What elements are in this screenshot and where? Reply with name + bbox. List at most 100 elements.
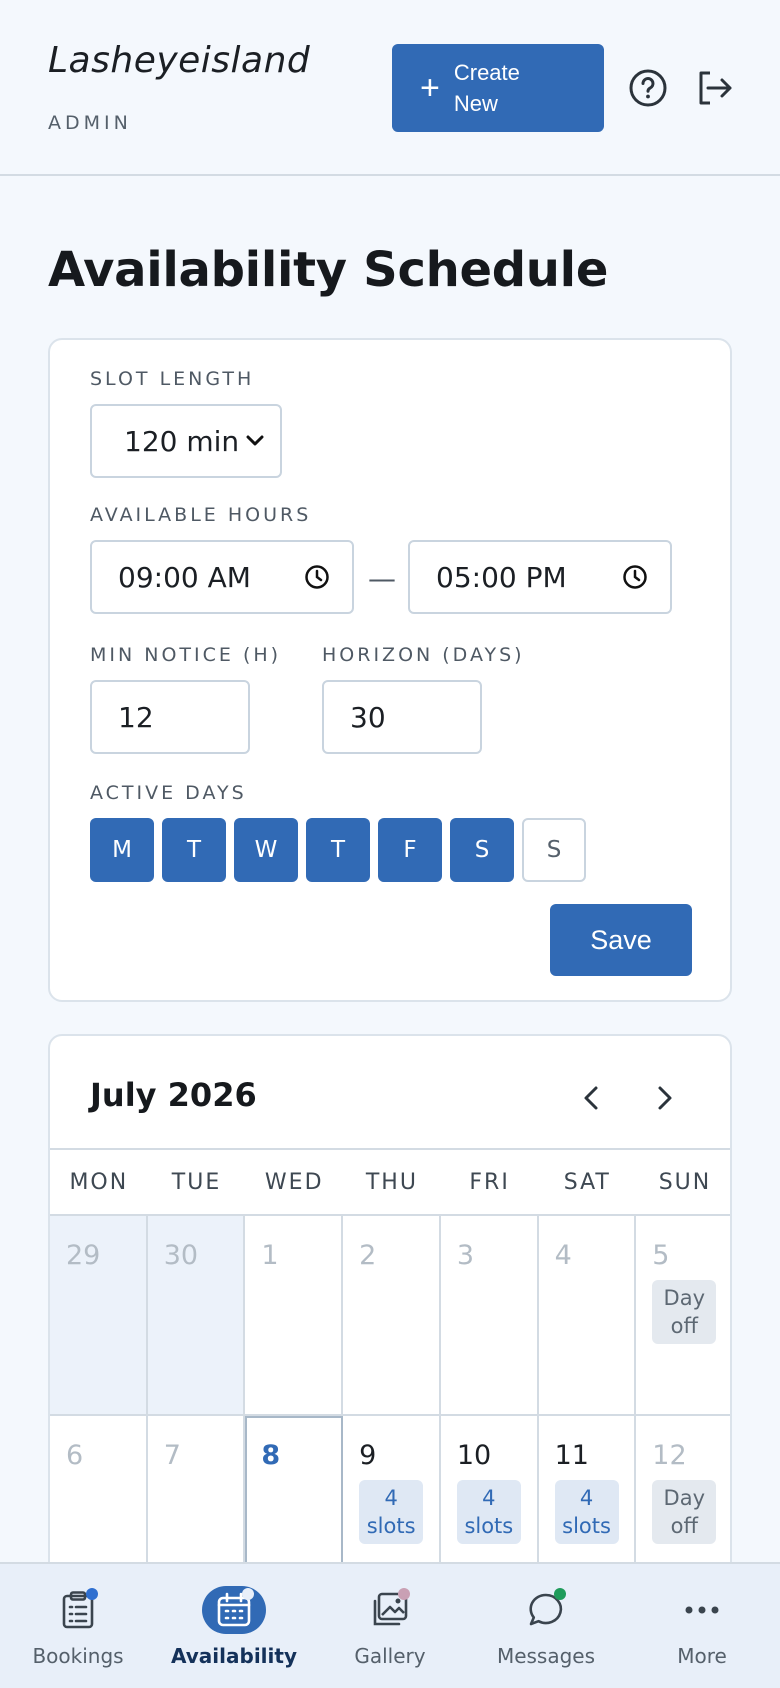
save-button[interactable]: Save (550, 904, 692, 976)
calendar-day-number: 12 (652, 1440, 687, 1471)
slots-badge: 4 slots (554, 1480, 619, 1544)
end-time-input[interactable]: 05:00 PM (408, 540, 672, 614)
start-time-input[interactable]: 09:00 AM (90, 540, 354, 614)
min-notice-value: 12 (118, 700, 154, 734)
badge-line: slots (464, 1514, 514, 1538)
badge-line: slots (562, 1514, 611, 1538)
badge-line: Day (663, 1486, 706, 1510)
badge-line: 4 (579, 1486, 594, 1510)
day-toggle[interactable]: T (306, 818, 370, 882)
calendar-day-number: 29 (66, 1240, 101, 1271)
clipboard-icon (46, 1586, 110, 1634)
calendar-day-number: 8 (261, 1440, 281, 1471)
availability-settings-card: SLOT LENGTH 120 min AVAILABLE HOURS 09:0… (48, 338, 732, 1002)
nav-label: Messages (496, 1644, 596, 1668)
weekday-label: TUE (171, 1169, 222, 1195)
clock-icon (305, 565, 329, 589)
create-new-button[interactable]: + Create New (392, 44, 604, 132)
calendar-day-number: 3 (456, 1240, 475, 1271)
day-toggle[interactable]: T (162, 818, 226, 882)
calendar-day-number: 6 (66, 1440, 84, 1471)
calendar-day-number: 5 (652, 1240, 670, 1271)
min-notice-input[interactable]: 12 (90, 680, 250, 754)
calendar-day-cell[interactable]: 2 (343, 1216, 441, 1416)
nav-item-availability[interactable]: Availability (156, 1564, 312, 1688)
day-toggle[interactable]: W (234, 818, 298, 882)
end-time-value: 05:00 PM (436, 560, 567, 594)
nav-label: Availability (171, 1644, 297, 1668)
calendar-day-cell[interactable]: 4 (538, 1216, 637, 1416)
nav-label: More (677, 1644, 727, 1668)
slots-badge: 4 slots (359, 1480, 424, 1544)
calendar-day-number: 10 (456, 1440, 492, 1471)
nav-item-gallery[interactable]: Gallery (312, 1564, 468, 1688)
logout-icon[interactable] (694, 68, 734, 108)
nav-label: Gallery (354, 1644, 426, 1668)
time-range-separator: — (368, 562, 396, 595)
nav-item-messages[interactable]: Messages (468, 1564, 624, 1688)
weekday-label: SAT (563, 1169, 611, 1195)
active-days-label: ACTIVE DAYS (90, 782, 247, 804)
min-notice-label: MIN NOTICE (H) (90, 644, 282, 666)
available-hours-label: AVAILABLE HOURS (90, 504, 312, 526)
weekday-label: MON (69, 1169, 129, 1195)
calendar-day-number: 1 (261, 1240, 279, 1271)
nav-item-more[interactable]: More (624, 1564, 780, 1688)
calendar-day-cell[interactable]: 3 (440, 1216, 539, 1416)
brand-name: Lasheyeisland (48, 40, 311, 81)
badge-line: slots (366, 1514, 416, 1538)
calendar-grid: 29 30 1 2 3 4 5 Day off 6 7 8 9 4 slots 10 4 slots 11 4 slot… (50, 1214, 730, 1616)
slot-length-value: 120 min (124, 424, 240, 458)
badge-line: 4 (384, 1486, 398, 1510)
badge-line: off (670, 1514, 698, 1538)
calendar-month-title: July 2026 (90, 1076, 257, 1114)
calendar-day-number: 7 (163, 1440, 181, 1471)
chevron-down-icon (246, 435, 264, 446)
chat-icon (514, 1586, 578, 1634)
gallery-icon (358, 1586, 422, 1634)
notification-dot (554, 1588, 566, 1600)
slot-length-select[interactable]: 120 min (90, 404, 282, 478)
horizon-input[interactable]: 30 (322, 680, 482, 754)
day-off-badge: Day off (652, 1280, 717, 1344)
chevron-left-icon[interactable] (572, 1078, 612, 1118)
calendar-day-number: 9 (359, 1440, 377, 1471)
start-time-value: 09:00 AM (118, 560, 251, 594)
day-toggle[interactable]: M (90, 818, 154, 882)
slots-badge: 4 slots (456, 1480, 521, 1544)
horizon-label: HORIZON (DAYS) (322, 644, 525, 666)
calendar-day-cell[interactable]: 30 (147, 1216, 246, 1416)
day-off-badge: Day off (652, 1480, 717, 1544)
app-header: Lasheyeisland ADMIN + Create New (0, 0, 780, 176)
notification-dot (398, 1588, 410, 1600)
nav-label: Bookings (32, 1644, 124, 1668)
plus-icon: + (420, 69, 440, 107)
chevron-right-icon[interactable] (644, 1078, 684, 1118)
bottom-navigation: Bookings Availability Gallery Messages More (0, 1562, 780, 1688)
calendar-day-cell[interactable]: 29 (50, 1216, 148, 1416)
calendar-day-number: 11 (554, 1440, 589, 1471)
horizon-value: 30 (350, 700, 386, 734)
more-icon (670, 1586, 734, 1634)
calendar-day-number: 2 (359, 1240, 377, 1271)
active-days-toggles: MTWTFSS (90, 818, 586, 882)
calendar-day-number: 30 (163, 1240, 199, 1271)
day-toggle[interactable]: F (378, 818, 442, 882)
clock-icon (623, 565, 647, 589)
weekday-label: THU (365, 1169, 418, 1195)
help-icon[interactable] (628, 68, 668, 108)
page-title: Availability Schedule (48, 242, 609, 298)
slot-length-label: SLOT LENGTH (90, 368, 255, 390)
day-toggle[interactable]: S (450, 818, 514, 882)
calendar-icon (202, 1586, 266, 1634)
create-new-label: Create New (453, 60, 520, 116)
weekday-label: SUN (658, 1169, 712, 1195)
badge-line: off (670, 1314, 698, 1338)
badge-line: 4 (482, 1486, 496, 1510)
notification-dot (86, 1588, 98, 1600)
day-toggle[interactable]: S (522, 818, 586, 882)
nav-item-bookings[interactable]: Bookings (0, 1564, 156, 1688)
calendar-day-number: 4 (554, 1240, 572, 1271)
calendar-day-cell[interactable]: 1 (245, 1216, 344, 1416)
calendar-day-cell[interactable]: 5 Day off (636, 1216, 730, 1416)
